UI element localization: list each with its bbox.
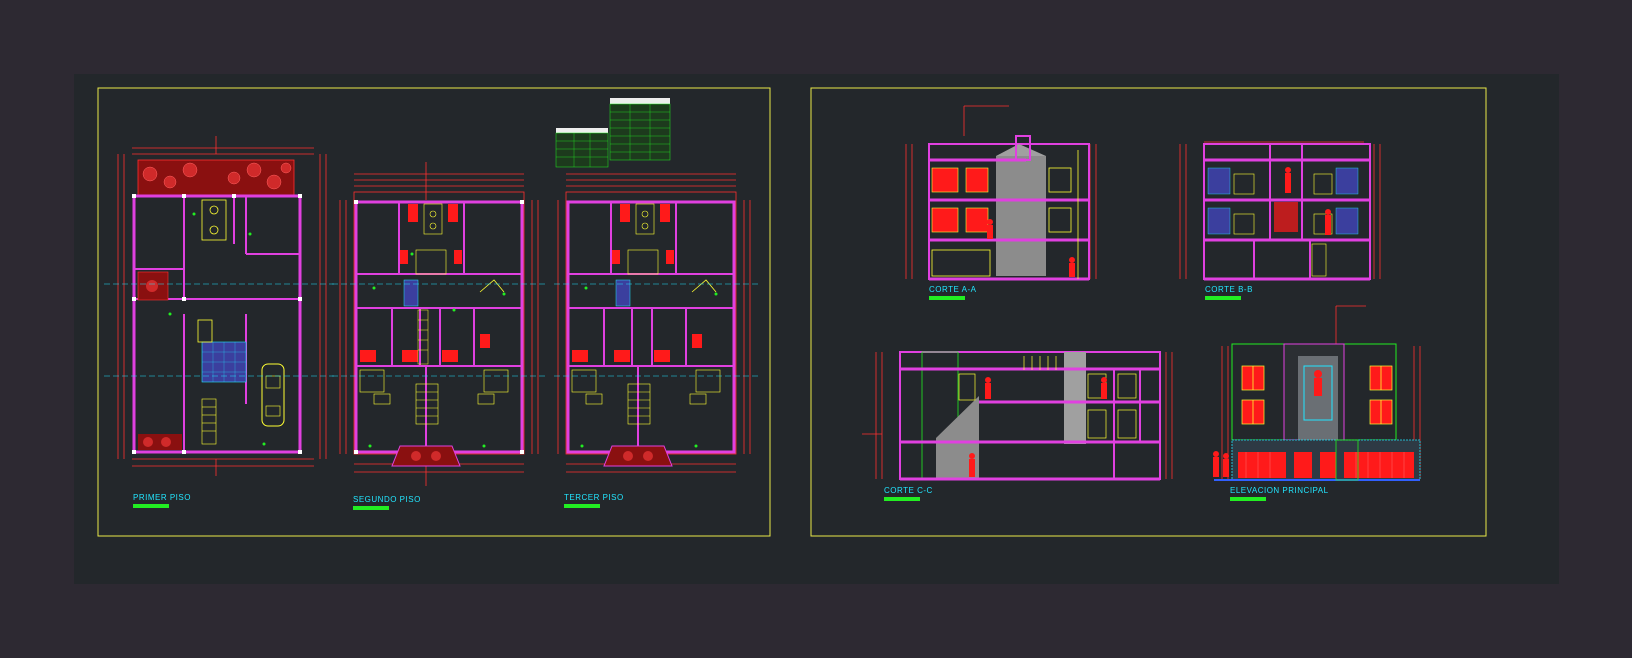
plan-tercer-piso [554,173,758,473]
title-segundo-piso: SEGUNDO PISO [353,495,421,504]
section-corte-aa [905,105,1097,281]
plan-segundo-piso [332,162,546,486]
title-tercer-piso: TERCER PISO [564,493,624,502]
title-corte-aa: CORTE A-A [929,285,977,294]
title-underline-segundo-piso [353,506,389,510]
title-corte-cc: CORTE C-C [884,486,933,495]
title-underline-primer-piso [133,504,169,508]
title-corte-bb: CORTE B-B [1205,285,1253,294]
title-underline-corte-cc [884,497,920,501]
title-elevacion-principal: ELEVACION PRINCIPAL [1230,486,1329,495]
cad-drawing-canvas [97,87,1487,537]
title-primer-piso: PRIMER PISO [133,493,191,502]
plan-primer-piso [104,136,334,476]
schedule-tables [555,98,671,168]
title-underline-corte-bb [1205,296,1241,300]
drawing-board: PRIMER PISO SEGUNDO PISO TERCER PISO COR… [74,74,1559,584]
title-underline-elevacion-principal [1230,497,1266,501]
section-corte-cc [862,351,1173,481]
elevation-principal [1213,305,1421,481]
title-underline-corte-aa [929,296,965,300]
section-corte-bb [1179,141,1381,281]
title-underline-tercer-piso [564,504,600,508]
